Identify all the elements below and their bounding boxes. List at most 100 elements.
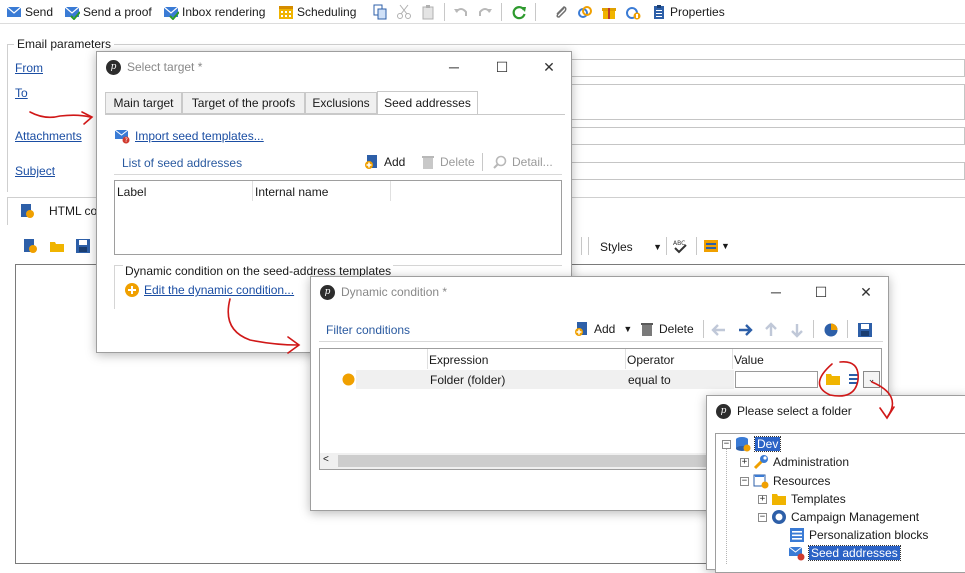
offers-button[interactable] bbox=[601, 3, 617, 21]
folder-tree[interactable]: − Dev + Administration − Resources + Tem… bbox=[715, 433, 965, 573]
add-circle-icon bbox=[125, 283, 139, 297]
minimize-button[interactable]: ─ bbox=[767, 283, 785, 301]
value-input[interactable] bbox=[735, 371, 818, 388]
edit-dynamic-condition[interactable]: Edit the dynamic condition... bbox=[124, 282, 294, 298]
resources-icon bbox=[753, 474, 769, 489]
paperclip-icon bbox=[556, 6, 567, 18]
tree-item-dev[interactable]: − Dev bbox=[722, 436, 782, 452]
tab-exclusions[interactable]: Exclusions bbox=[305, 92, 377, 114]
scheduling-button[interactable]: Scheduling bbox=[278, 3, 356, 21]
tab-main-target[interactable]: Main target bbox=[105, 92, 182, 114]
new-document-icon[interactable] bbox=[22, 238, 38, 254]
redo-button[interactable] bbox=[477, 3, 493, 21]
html-document-icon bbox=[21, 204, 34, 218]
tree-item-templates[interactable]: + Templates bbox=[758, 491, 846, 507]
folder-picker-dialog: p Please select a folder − Dev + Adminis… bbox=[706, 395, 965, 573]
folder-icon bbox=[772, 494, 786, 505]
from-field[interactable] bbox=[565, 59, 965, 77]
to-field[interactable] bbox=[565, 84, 965, 120]
collapse-icon[interactable]: − bbox=[758, 512, 767, 522]
tracking-links-button[interactable] bbox=[577, 3, 593, 21]
delete-condition-button[interactable]: Delete bbox=[639, 321, 694, 337]
toolbar-separator bbox=[444, 3, 445, 21]
tree-item-personalization-blocks[interactable]: Personalization blocks bbox=[789, 527, 928, 543]
tab-seed-addresses[interactable]: Seed addresses bbox=[377, 91, 478, 115]
open-folder-icon[interactable] bbox=[49, 238, 65, 254]
maximize-button[interactable]: ☐ bbox=[493, 58, 511, 76]
arrow-down-icon[interactable] bbox=[789, 322, 805, 338]
column-separator bbox=[625, 349, 626, 369]
seed-addresses-list[interactable]: Label Internal name bbox=[114, 180, 562, 255]
collapse-icon[interactable]: − bbox=[722, 439, 731, 449]
insert-dropdown[interactable]: ▼ bbox=[703, 238, 730, 254]
properties-button[interactable]: Properties bbox=[651, 3, 725, 21]
add-seed-button[interactable]: Add bbox=[364, 154, 405, 170]
analysis-icon bbox=[626, 7, 641, 20]
scrollbar-thumb[interactable] bbox=[338, 455, 708, 467]
add-condition-button[interactable]: Add ▼ bbox=[574, 321, 632, 337]
expand-icon[interactable]: + bbox=[758, 494, 767, 504]
wrench-icon bbox=[753, 455, 768, 470]
envelope-icon bbox=[6, 6, 22, 17]
save-icon[interactable] bbox=[857, 322, 873, 338]
attach-button[interactable] bbox=[553, 3, 569, 21]
send-button[interactable]: Send bbox=[6, 3, 53, 21]
value-dropdown-button[interactable]: ⌄ bbox=[863, 371, 880, 388]
detail-seed-button[interactable]: Detail... bbox=[492, 154, 553, 170]
tree-item-administration[interactable]: + Administration bbox=[740, 454, 849, 470]
styles-dropdown[interactable]: Styles ▼ bbox=[600, 237, 662, 256]
folder-icon[interactable] bbox=[825, 372, 841, 386]
subject-field[interactable] bbox=[565, 162, 965, 180]
import-seed-templates[interactable]: ? Import seed templates... bbox=[114, 128, 264, 144]
tree-item-campaign-management[interactable]: − Campaign Management bbox=[758, 509, 919, 525]
collapse-icon[interactable]: − bbox=[740, 476, 749, 486]
tab-target-of-proofs[interactable]: Target of the proofs bbox=[182, 92, 305, 114]
send-proof-button[interactable]: Send a proof bbox=[64, 3, 152, 21]
minimize-button[interactable]: ─ bbox=[445, 58, 463, 76]
clipboard-icon bbox=[422, 5, 434, 20]
copy-icon bbox=[373, 4, 387, 20]
attachments-field[interactable] bbox=[565, 127, 965, 145]
filter-conditions-title: Filter conditions bbox=[326, 323, 411, 337]
magnifier-icon bbox=[493, 155, 507, 169]
dialog-title: Please select a folder bbox=[737, 404, 852, 418]
expand-icon[interactable]: + bbox=[740, 457, 749, 467]
attachments-link[interactable]: Attachments bbox=[15, 129, 82, 143]
delete-seed-button[interactable]: Delete bbox=[420, 154, 475, 170]
scroll-left-icon[interactable]: < bbox=[323, 454, 329, 465]
html-content-tab[interactable]: HTML co bbox=[49, 204, 97, 218]
undo-button[interactable] bbox=[453, 3, 469, 21]
save-icon[interactable] bbox=[75, 238, 91, 254]
close-button[interactable]: ✕ bbox=[857, 283, 875, 301]
column-expression: Expression bbox=[429, 353, 489, 367]
spellcheck-icon[interactable]: ABC bbox=[672, 238, 688, 254]
seed-list-header: List of seed addresses Add Delete Detail… bbox=[114, 150, 562, 175]
filter-conditions-header: Filter conditions Add ▼ Delete bbox=[319, 317, 883, 342]
from-link[interactable]: From bbox=[15, 61, 43, 75]
copy-button[interactable] bbox=[372, 3, 388, 21]
calendar-icon bbox=[279, 6, 293, 19]
distribution-chart-icon[interactable] bbox=[823, 322, 839, 338]
arrow-up-icon[interactable] bbox=[763, 322, 779, 338]
list-icon[interactable] bbox=[849, 373, 858, 385]
tree-item-seed-addresses[interactable]: Seed addresses bbox=[789, 545, 901, 561]
close-button[interactable]: ✕ bbox=[540, 58, 558, 76]
list-icon bbox=[790, 528, 804, 542]
column-separator bbox=[390, 181, 391, 201]
inbox-rendering-button[interactable]: Inbox rendering bbox=[163, 3, 265, 21]
arrow-left-icon[interactable] bbox=[711, 322, 727, 338]
refresh-button[interactable] bbox=[511, 3, 527, 21]
arrow-right-icon[interactable] bbox=[737, 322, 753, 338]
toolbar-separator bbox=[813, 320, 814, 338]
subject-link[interactable]: Subject bbox=[15, 164, 55, 178]
maximize-button[interactable]: ☐ bbox=[812, 283, 830, 301]
paste-button[interactable] bbox=[420, 3, 436, 21]
cut-button[interactable] bbox=[396, 3, 412, 21]
refresh-icon bbox=[512, 6, 526, 20]
analyze-button[interactable] bbox=[625, 3, 641, 21]
select-target-titlebar: p Select target * ─ ☐ ✕ bbox=[97, 52, 571, 82]
tab-divider bbox=[105, 114, 565, 115]
to-link[interactable]: To bbox=[15, 86, 28, 100]
tree-item-resources[interactable]: − Resources bbox=[740, 473, 830, 489]
table-row[interactable]: Folder (folder) equal to ⌄ bbox=[320, 370, 881, 389]
